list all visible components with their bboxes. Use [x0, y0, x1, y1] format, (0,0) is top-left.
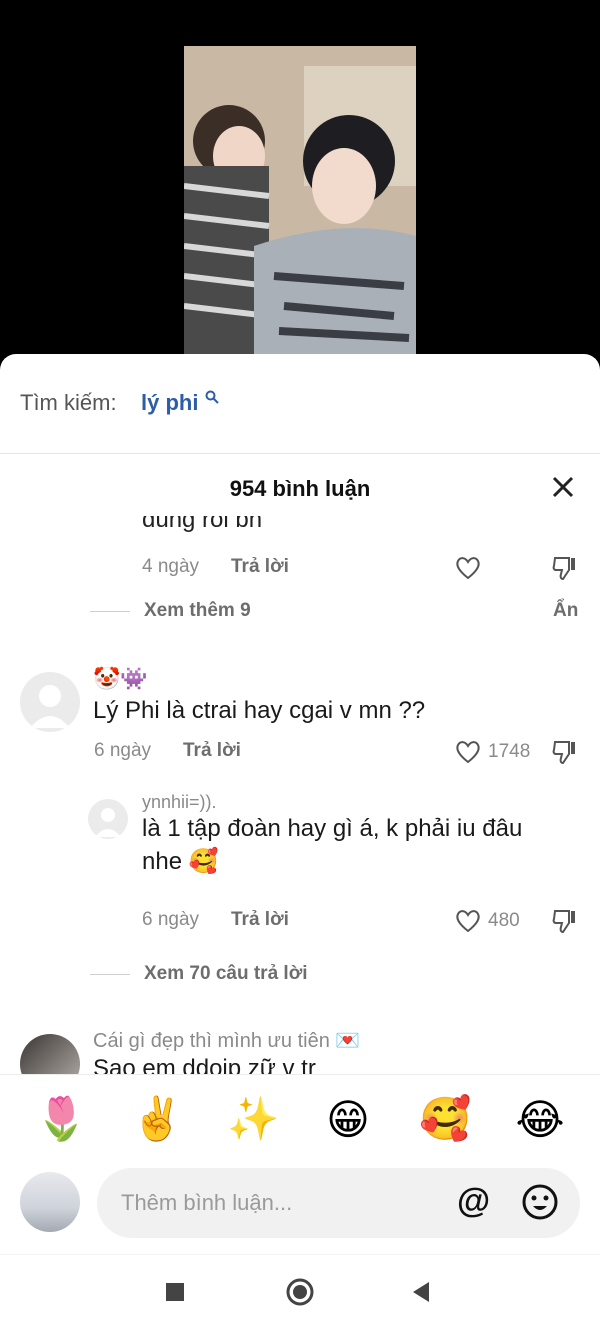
emoji-button[interactable]: ✨ [227, 1095, 279, 1144]
thumbs-down-icon[interactable] [550, 907, 578, 935]
search-term-link[interactable]: lý phi [141, 390, 198, 416]
default-avatar-icon [30, 685, 70, 728]
thread-line [90, 974, 130, 975]
comment-time: 6 ngày [94, 740, 152, 761]
circle-icon[interactable] [285, 1277, 315, 1307]
reply-time: 6 ngày [142, 909, 200, 930]
like-count: 480 [488, 910, 520, 931]
comments-count-title: 954 bình luận [229, 476, 371, 501]
avatar[interactable] [20, 672, 80, 732]
thumbs-down-icon[interactable] [550, 738, 578, 766]
comments-header: 954 bình luận [0, 454, 600, 524]
back-triangle-icon[interactable] [407, 1277, 437, 1307]
video-thumbnail[interactable] [184, 46, 416, 356]
default-avatar-icon [95, 808, 121, 837]
video-illustration [184, 46, 416, 356]
reply-button[interactable]: Trả lời [183, 740, 241, 762]
comment-input[interactable]: Thêm bình luận... @ [97, 1168, 580, 1238]
reply-time: 4 ngày [142, 556, 200, 577]
smile-icon[interactable] [520, 1182, 560, 1222]
thumbs-down-icon[interactable] [550, 554, 578, 582]
close-icon[interactable] [548, 472, 578, 502]
comment-text: Sao em ddoip zữ v tr [93, 1055, 316, 1074]
reply-username[interactable]: ynnhii=)). [142, 792, 217, 813]
at-icon[interactable]: @ [457, 1182, 490, 1221]
comments-sheet: Tìm kiếm: lý phi 954 bình luận đúng rồi … [0, 354, 600, 1333]
video-area[interactable] [0, 0, 600, 360]
comment-username[interactable]: Cái gì đẹp thì mình ưu tiên 💌 [93, 1028, 360, 1053]
reply-text-cut: đúng rồi bh [142, 516, 263, 533]
square-icon[interactable] [160, 1277, 190, 1307]
like-button[interactable]: 480 [454, 907, 520, 935]
view-more-replies-link[interactable]: Xem thêm 9 [144, 600, 251, 622]
system-nav-bar [0, 1254, 600, 1333]
heart-icon[interactable] [454, 554, 482, 582]
view-replies-link[interactable]: Xem 70 câu trả lời [144, 963, 307, 985]
avatar[interactable] [88, 799, 128, 839]
heart-icon [456, 910, 480, 933]
search-prefix: Tìm kiếm: [20, 390, 117, 415]
thread-line [90, 611, 130, 612]
my-avatar[interactable] [20, 1172, 80, 1232]
comment-list[interactable]: đúng rồi bh 4 ngày Trả lời Xem thêm 9 Ẩn… [0, 516, 600, 1074]
emoji-button[interactable]: 🥰 [419, 1095, 471, 1144]
comment-username[interactable]: 🤡👾 [93, 666, 148, 692]
search-icon [205, 390, 219, 404]
comment-placeholder: Thêm bình luận... [121, 1190, 293, 1215]
reply-text: là 1 tập đoàn hay gì á, k phải iu đâu nh… [142, 815, 523, 875]
comment-composer: Thêm bình luận... @ [0, 1164, 600, 1254]
avatar[interactable] [20, 1034, 80, 1074]
hide-replies-link[interactable]: Ẩn [553, 600, 578, 622]
emoji-button[interactable]: 😁 [323, 1095, 373, 1144]
emoji-button[interactable]: 😂 [515, 1095, 565, 1144]
emoji-button[interactable]: ✌️ [131, 1095, 183, 1144]
emoji-quick-bar: 🌷 ✌️ ✨ 😁 🥰 😂 [0, 1074, 600, 1164]
heart-icon [456, 741, 480, 764]
related-search-row[interactable]: Tìm kiếm: lý phi [0, 354, 600, 454]
like-count: 1748 [488, 741, 531, 762]
reply-button[interactable]: Trả lời [231, 556, 289, 578]
reply-button[interactable]: Trả lời [231, 909, 289, 931]
like-button[interactable]: 1748 [454, 738, 530, 766]
emoji-button[interactable]: 🌷 [35, 1095, 87, 1144]
comment-text: Lý Phi là ctrai hay cgai v mn ?? [93, 697, 426, 724]
